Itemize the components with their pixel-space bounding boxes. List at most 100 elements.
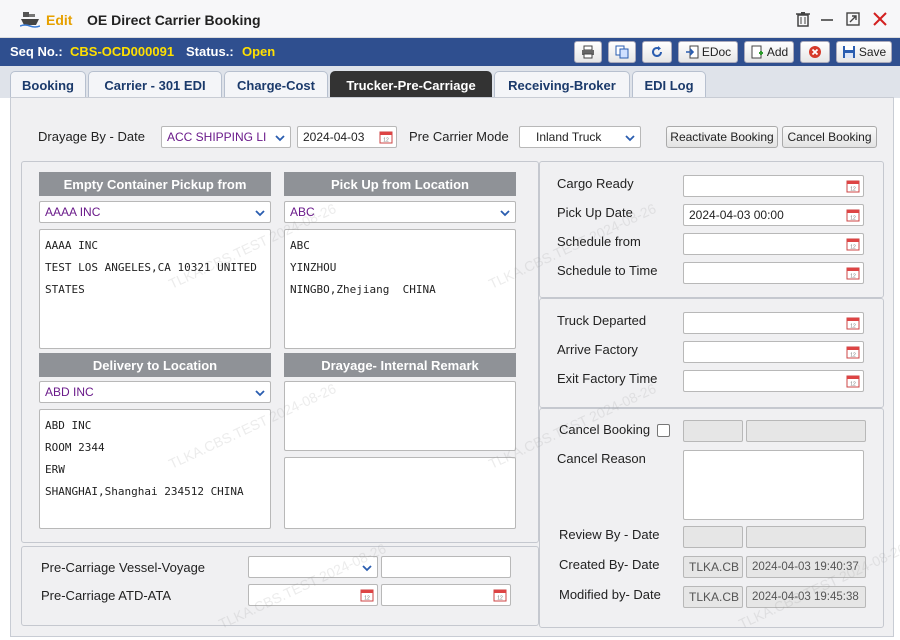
cancel-reason-label: Cancel Reason: [557, 451, 646, 466]
calendar-icon[interactable]: 12: [846, 208, 860, 222]
add-button[interactable]: Add: [744, 41, 794, 63]
ship-icon: [20, 12, 40, 28]
edoc-label: EDoc: [701, 45, 732, 59]
cancel-booking-button[interactable]: Cancel Booking: [782, 126, 877, 148]
svg-text:12: 12: [364, 596, 370, 602]
cancel-circle-icon: [809, 46, 821, 58]
delivery-location-value: ABD INC: [45, 385, 94, 399]
copy-button[interactable]: [608, 41, 636, 63]
pre-carrier-mode-select[interactable]: Inland Truck: [519, 126, 641, 148]
tab-edi-log[interactable]: EDI Log: [632, 71, 706, 98]
chevron-down-icon: [275, 135, 285, 142]
pickup-location-address[interactable]: ABC YINZHOU NINGBO,Zhejiang CHINA: [284, 229, 516, 349]
svg-text:12: 12: [383, 138, 389, 144]
maximize-icon[interactable]: [844, 10, 862, 28]
status-label: Status.:: [186, 44, 234, 59]
save-button[interactable]: Save: [836, 41, 892, 63]
cargo-ready-label: Cargo Ready: [557, 176, 634, 191]
remark-secondary-field[interactable]: [284, 457, 516, 529]
exit-factory-field[interactable]: 12: [683, 370, 864, 392]
delete-button[interactable]: [800, 41, 830, 63]
calendar-icon[interactable]: 12: [846, 237, 860, 251]
created-user-value: TLKA.CB: [689, 560, 740, 574]
atd-date-field[interactable]: 12: [248, 584, 378, 606]
seq-no-label: Seq No.:: [10, 44, 63, 59]
svg-text:12: 12: [850, 216, 856, 222]
edoc-button[interactable]: EDoc: [678, 41, 738, 63]
drayage-date-field[interactable]: 2024-04-03 12: [297, 126, 397, 148]
calendar-icon[interactable]: 12: [846, 266, 860, 280]
empty-pickup-address[interactable]: AAAA INC TEST LOS ANGELES,CA 10321 UNITE…: [39, 229, 271, 349]
created-by-field: TLKA.CB: [683, 556, 743, 578]
trash-icon[interactable]: [794, 10, 812, 28]
modified-date-field: 2024-04-03 19:45:38: [746, 586, 866, 608]
refresh-button[interactable]: [642, 41, 672, 63]
arrive-factory-field[interactable]: 12: [683, 341, 864, 363]
pre-carrier-mode-value: Inland Truck: [536, 130, 602, 144]
created-date-field: 2024-04-03 19:40:37: [746, 556, 866, 578]
pickup-location-header: Pick Up from Location: [284, 172, 516, 196]
cancel-reason-field[interactable]: [683, 450, 864, 520]
review-by-label: Review By - Date: [559, 527, 660, 542]
save-icon: [842, 46, 855, 58]
drayage-by-value: ACC SHIPPING LI: [167, 130, 267, 144]
svg-text:12: 12: [850, 187, 856, 193]
empty-pickup-value: AAAA INC: [45, 205, 101, 219]
copy-icon: [615, 45, 629, 59]
created-date-value: 2024-04-03 19:40:37: [752, 561, 859, 573]
calendar-icon[interactable]: 12: [360, 588, 374, 602]
pickup-location-select[interactable]: ABC: [284, 201, 516, 223]
minimize-icon[interactable]: [818, 10, 836, 28]
delivery-location-address[interactable]: ABD INC ROOM 2344 ERW SHANGHAI,Shanghai …: [39, 409, 271, 529]
tab-charge-cost[interactable]: Charge-Cost: [224, 71, 328, 98]
svg-text:12: 12: [850, 353, 856, 359]
schedule-to-field[interactable]: 12: [683, 262, 864, 284]
print-button[interactable]: [574, 41, 602, 63]
drayage-date-value: 2024-04-03: [303, 130, 365, 144]
tab-bar: Booking Carrier - 301 EDI Charge-Cost Tr…: [0, 66, 900, 98]
chevron-down-icon: [255, 210, 265, 217]
vessel-select[interactable]: [248, 556, 378, 578]
add-label: Add: [766, 45, 789, 59]
empty-pickup-header: Empty Container Pickup from: [39, 172, 271, 196]
calendar-icon[interactable]: 12: [846, 316, 860, 330]
modified-by-label: Modified by- Date: [559, 587, 661, 602]
arrive-factory-label: Arrive Factory: [557, 342, 638, 357]
status-value: Open: [242, 44, 276, 59]
tab-carrier-301-edi[interactable]: Carrier - 301 EDI: [88, 71, 222, 98]
cancel-booking-checkbox[interactable]: [657, 424, 670, 437]
pickup-date-field[interactable]: 2024-04-03 00:00 12: [683, 204, 864, 226]
schedule-from-label: Schedule from: [557, 234, 641, 249]
schedule-from-field[interactable]: 12: [683, 233, 864, 255]
import-icon: [685, 45, 699, 59]
tab-receiving-broker[interactable]: Receiving-Broker: [494, 71, 630, 98]
cargo-ready-field[interactable]: 12: [683, 175, 864, 197]
calendar-icon[interactable]: 12: [379, 130, 393, 144]
pickup-date-value: 2024-04-03 00:00: [689, 208, 784, 222]
cancel-date-field: [746, 420, 866, 442]
voyage-field[interactable]: [381, 556, 511, 578]
calendar-icon[interactable]: 12: [846, 374, 860, 388]
delivery-location-select[interactable]: ABD INC: [39, 381, 271, 403]
ata-date-field[interactable]: 12: [381, 584, 511, 606]
calendar-icon[interactable]: 12: [846, 179, 860, 193]
drayage-by-select[interactable]: ACC SHIPPING LI: [161, 126, 291, 148]
refresh-icon: [652, 46, 662, 57]
review-by-field: [683, 526, 743, 548]
internal-remark-header: Drayage- Internal Remark: [284, 353, 516, 377]
empty-pickup-select[interactable]: AAAA INC: [39, 201, 271, 223]
add-document-icon: [751, 45, 763, 59]
svg-text:12: 12: [497, 596, 503, 602]
internal-remark-field[interactable]: [284, 381, 516, 451]
tab-trucker-pre-carriage[interactable]: Trucker-Pre-Carriage: [330, 71, 492, 98]
calendar-icon[interactable]: 12: [493, 588, 507, 602]
close-icon[interactable]: [871, 10, 889, 28]
edit-mode-label: Edit: [46, 12, 73, 28]
printer-icon: [582, 45, 594, 59]
calendar-icon[interactable]: 12: [846, 345, 860, 359]
truck-departed-field[interactable]: 12: [683, 312, 864, 334]
created-by-label: Created By- Date: [559, 557, 660, 572]
tab-booking[interactable]: Booking: [10, 71, 86, 98]
reactivate-booking-button[interactable]: Reactivate Booking: [666, 126, 778, 148]
modified-date-value: 2024-04-03 19:45:38: [752, 591, 859, 603]
